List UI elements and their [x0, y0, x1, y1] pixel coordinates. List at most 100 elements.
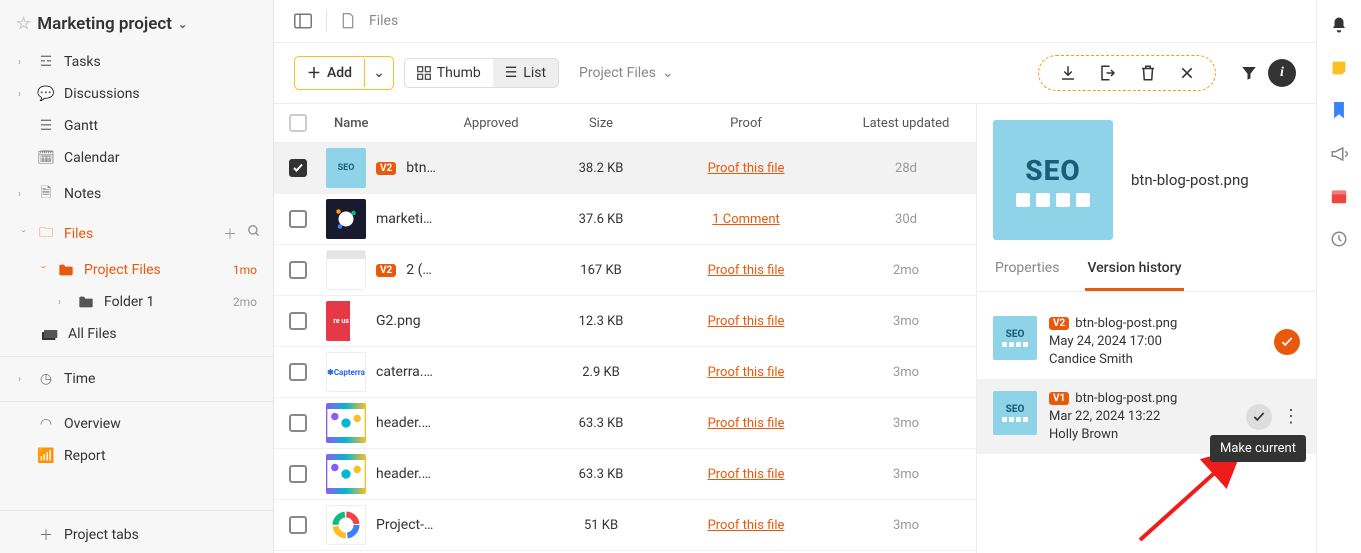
- row-checkbox[interactable]: [289, 414, 307, 432]
- stack-icon: [42, 327, 58, 341]
- col-name[interactable]: Name: [322, 116, 436, 131]
- col-updated[interactable]: Latest updated: [836, 116, 976, 131]
- sidebar-item-discussions[interactable]: › 💬 Discussions: [0, 78, 273, 110]
- chevron-right-icon: ›: [18, 189, 28, 200]
- project-selector[interactable]: ☆ Marketing project ⌄: [0, 0, 273, 46]
- row-checkbox[interactable]: [289, 261, 307, 279]
- cell-updated: 3mo: [836, 365, 976, 380]
- sidebar-item-project-tabs[interactable]: › ＋ Project tabs: [0, 517, 273, 553]
- table-row[interactable]: V22 (1).png167 KBProof this file2mo: [274, 245, 976, 296]
- sidebar-label: Discussions: [64, 86, 140, 102]
- sidebar-item-tasks[interactable]: › ☲ Tasks: [0, 46, 273, 78]
- make-current-button[interactable]: [1246, 404, 1272, 430]
- sidebar-item-report[interactable]: › 📶 Report: [0, 440, 273, 472]
- row-checkbox[interactable]: [289, 516, 307, 534]
- note-icon[interactable]: [1331, 60, 1347, 76]
- table-row[interactable]: header.png63.3 KBProof this file3mo: [274, 398, 976, 449]
- download-icon[interactable]: [1059, 64, 1077, 82]
- add-folder-icon[interactable]: ＋: [223, 224, 237, 244]
- sidebar-item-all-files[interactable]: › All Files: [0, 318, 273, 350]
- file-thumbnail: [326, 199, 366, 239]
- cell-proof[interactable]: 1 Comment: [656, 212, 836, 227]
- sidebar-item-notes[interactable]: › 🗎 Notes: [0, 174, 273, 214]
- clock-dock-icon[interactable]: [1330, 230, 1348, 248]
- version-user: Holly Brown: [1049, 427, 1234, 442]
- row-checkbox[interactable]: [289, 159, 307, 177]
- version-menu-button[interactable]: ⋮: [1282, 406, 1300, 427]
- calendar-dock-icon[interactable]: [1331, 188, 1347, 204]
- select-all-checkbox[interactable]: [289, 114, 307, 132]
- cell-proof[interactable]: Proof this file: [656, 263, 836, 278]
- filter-icon[interactable]: [1240, 64, 1258, 82]
- add-button[interactable]: ＋ Add ⌄: [294, 56, 394, 90]
- cell-proof[interactable]: Proof this file: [656, 314, 836, 329]
- version-info: V1btn-blog-post.pngMar 22, 2024 13:22Hol…: [1049, 391, 1234, 442]
- view-thumb-button[interactable]: Thumb: [405, 59, 493, 87]
- col-size[interactable]: Size: [546, 116, 656, 131]
- star-icon: ☆: [16, 14, 31, 34]
- version-badge: V2: [1049, 317, 1069, 330]
- row-checkbox[interactable]: [289, 363, 307, 381]
- chevron-down-icon: ⌄: [178, 18, 187, 31]
- file-thumbnail: ✱Capterra: [326, 352, 366, 392]
- view-list-button[interactable]: ☰ List: [493, 59, 558, 87]
- table-row[interactable]: Project-Management…51 KBProof this file3…: [274, 500, 976, 551]
- breadcrumb-row: Files: [274, 0, 1316, 43]
- version-info: V2btn-blog-post.pngMay 24, 2024 17:00Can…: [1049, 316, 1262, 367]
- panel-toggle-icon[interactable]: [294, 13, 312, 29]
- search-icon[interactable]: [247, 224, 261, 244]
- cell-proof[interactable]: Proof this file: [656, 467, 836, 482]
- move-icon[interactable]: [1099, 64, 1117, 82]
- file-thumbnail: [326, 403, 366, 443]
- sidebar-item-folder1[interactable]: › Folder 1 2mo: [0, 286, 273, 318]
- table-row[interactable]: SEOV2btn-blog-post.png38.2 KBProof this …: [274, 143, 976, 194]
- sidebar-item-files[interactable]: › 🗀 Files: [0, 214, 223, 254]
- sidebar-label: Project tabs: [64, 527, 139, 543]
- trash-icon[interactable]: [1139, 64, 1157, 82]
- cell-size: 38.2 KB: [546, 161, 656, 176]
- row-checkbox[interactable]: [289, 465, 307, 483]
- version-row[interactable]: SEOV2btn-blog-post.pngMay 24, 2024 17:00…: [977, 304, 1316, 379]
- version-thumbnail: SEO: [993, 316, 1037, 360]
- bookmark-icon[interactable]: [1332, 102, 1346, 120]
- version-row[interactable]: SEOV1btn-blog-post.pngMar 22, 2024 13:22…: [977, 379, 1316, 454]
- row-checkbox[interactable]: [289, 210, 307, 228]
- row-checkbox[interactable]: [289, 312, 307, 330]
- sidebar-item-time[interactable]: › ◷ Time: [0, 363, 273, 395]
- table-row[interactable]: re us onG2.png12.3 KBProof this file3mo: [274, 296, 976, 347]
- detail-thumbnail[interactable]: SEO: [993, 120, 1113, 240]
- folder-selector[interactable]: Project Files ⌄: [569, 59, 684, 87]
- breadcrumb-label: Files: [369, 13, 398, 29]
- add-dropdown[interactable]: ⌄: [364, 59, 393, 87]
- table-row[interactable]: ✱Capterracaterra.png2.9 KBProof this fil…: [274, 347, 976, 398]
- sidebar-label: Project Files: [84, 262, 161, 278]
- sidebar-item-gantt[interactable]: › ☰ Gantt: [0, 110, 273, 142]
- cell-proof[interactable]: Proof this file: [656, 365, 836, 380]
- bell-icon[interactable]: [1330, 16, 1348, 34]
- col-approved[interactable]: Approved: [436, 116, 546, 131]
- file-thumbnail: [326, 250, 366, 290]
- file-name: btn-blog-post.png: [406, 160, 436, 176]
- megaphone-icon[interactable]: [1330, 146, 1348, 162]
- info-button[interactable]: i: [1268, 59, 1296, 87]
- report-icon: 📶: [38, 448, 54, 464]
- chevron-down-icon: ›: [38, 265, 49, 275]
- tab-version-history[interactable]: Version history: [1085, 260, 1183, 291]
- version-filename: btn-blog-post.png: [1075, 316, 1177, 331]
- cell-proof[interactable]: Proof this file: [656, 518, 836, 533]
- table-row[interactable]: marketing-strategy.p…37.6 KB1 Comment30d: [274, 194, 976, 245]
- sidebar-item-overview[interactable]: › ◠ Overview: [0, 408, 273, 440]
- thumb-label: Thumb: [437, 65, 481, 81]
- gantt-icon: ☰: [38, 118, 54, 134]
- cell-size: 167 KB: [546, 263, 656, 278]
- col-proof[interactable]: Proof: [656, 116, 836, 131]
- file-name: marketing-strategy.p…: [376, 211, 436, 227]
- close-icon[interactable]: [1179, 65, 1195, 81]
- table-row[interactable]: header.png63.3 KBProof this file3mo: [274, 449, 976, 500]
- sidebar-label: Notes: [64, 186, 101, 202]
- tab-properties[interactable]: Properties: [993, 260, 1061, 291]
- cell-proof[interactable]: Proof this file: [656, 416, 836, 431]
- cell-proof[interactable]: Proof this file: [656, 161, 836, 176]
- sidebar-item-project-files[interactable]: › Project Files 1mo: [0, 254, 273, 286]
- sidebar-item-calendar[interactable]: › 🗓 Calendar: [0, 142, 273, 174]
